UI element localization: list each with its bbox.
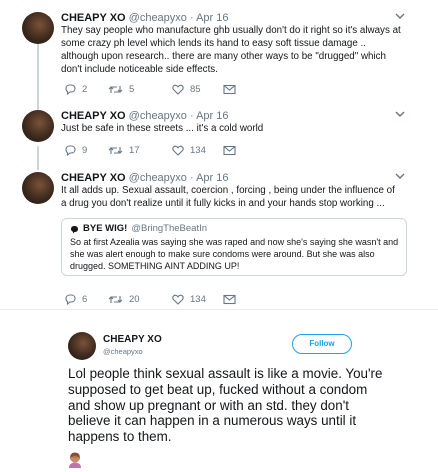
message-icon	[223, 84, 236, 95]
quoted-author-handle[interactable]: @BringTheBeatIn	[131, 223, 207, 235]
avatar[interactable]	[22, 12, 54, 44]
like-button[interactable]: 134	[172, 145, 206, 156]
retweet-button[interactable]: 20	[108, 294, 140, 305]
like-button[interactable]: 134	[172, 294, 206, 305]
author-handle[interactable]: @cheapyxo · Apr 16	[129, 110, 229, 122]
reply-icon	[65, 84, 76, 95]
message-button[interactable]	[223, 294, 236, 305]
retweet-icon	[108, 296, 123, 303]
message-button[interactable]	[223, 145, 236, 156]
reply-button[interactable]: 2	[64, 84, 87, 95]
like-count: 134	[190, 145, 206, 156]
reply-count: 6	[82, 294, 88, 305]
follow-button[interactable]: Follow	[292, 334, 352, 354]
tweet-text: Just be safe in these streets ... it's a…	[61, 123, 264, 134]
embedded-tweet-text: Lol people think sexual assault is like …	[68, 366, 383, 445]
tweet-text: It all adds up. Sexual assault, coercion…	[61, 185, 395, 209]
quoted-tweet-header: BYE WIG! @BringTheBeatIn	[70, 223, 207, 235]
chevron-down-icon[interactable]	[395, 110, 405, 118]
message-icon	[223, 145, 236, 156]
retweet-count: 20	[129, 294, 140, 305]
tweet[interactable]: CHEAPY XO @cheapyxo · Apr 16 It all adds…	[0, 172, 438, 306]
embedded-author-handle[interactable]: @cheapyxo	[103, 347, 143, 356]
author-name[interactable]: CHEAPY XO	[61, 12, 126, 24]
avatar[interactable]	[22, 172, 54, 204]
like-button[interactable]: 85	[172, 84, 201, 95]
author-handle[interactable]: @cheapyxo · Apr 16	[129, 12, 229, 24]
tweet[interactable]: CHEAPY XO @cheapyxo · Apr 16 They say pe…	[0, 12, 438, 102]
retweet-count: 17	[129, 145, 140, 156]
quoted-tweet-text: So at first Azealia was saying she was r…	[70, 237, 399, 271]
reply-button[interactable]: 9	[64, 145, 87, 156]
avatar[interactable]	[68, 332, 96, 360]
message-button[interactable]	[223, 84, 236, 95]
avatar[interactable]	[22, 110, 54, 142]
like-icon	[172, 84, 184, 95]
chevron-down-icon[interactable]	[395, 12, 405, 20]
retweet-icon	[108, 147, 123, 154]
reply-button[interactable]: 6	[64, 294, 87, 305]
facepalm-emoji-icon	[69, 452, 81, 468]
reply-count: 2	[82, 84, 88, 95]
quoted-tweet[interactable]: BYE WIG! @BringTheBeatIn So at first Aze…	[61, 218, 407, 276]
like-count: 85	[190, 84, 201, 95]
retweet-button[interactable]: 17	[108, 145, 140, 156]
author-name[interactable]: CHEAPY XO	[61, 172, 126, 184]
embedded-author-name[interactable]: CHEAPY XO	[103, 334, 162, 345]
retweet-icon	[108, 86, 123, 93]
author-handle[interactable]: @cheapyxo · Apr 16	[129, 172, 229, 184]
author-name[interactable]: CHEAPY XO	[61, 110, 126, 122]
tweet-text: They say people who manufacture ghb usua…	[61, 25, 401, 75]
speech-bubble-icon	[71, 225, 78, 233]
like-icon	[172, 145, 184, 156]
like-icon	[172, 294, 184, 305]
reply-count: 9	[82, 145, 88, 156]
message-icon	[223, 294, 236, 305]
like-count: 134	[190, 294, 206, 305]
quoted-author-name[interactable]: BYE WIG!	[83, 223, 127, 235]
chevron-down-icon[interactable]	[395, 172, 405, 180]
retweet-count: 5	[129, 84, 135, 95]
embedded-tweet[interactable]: CHEAPY XO @cheapyxo Follow Lol people th…	[0, 310, 438, 472]
reply-icon	[65, 294, 76, 305]
reply-icon	[65, 145, 76, 156]
retweet-button[interactable]: 5	[108, 84, 134, 95]
tweet[interactable]: CHEAPY XO @cheapyxo · Apr 16 Just be saf…	[0, 110, 438, 160]
